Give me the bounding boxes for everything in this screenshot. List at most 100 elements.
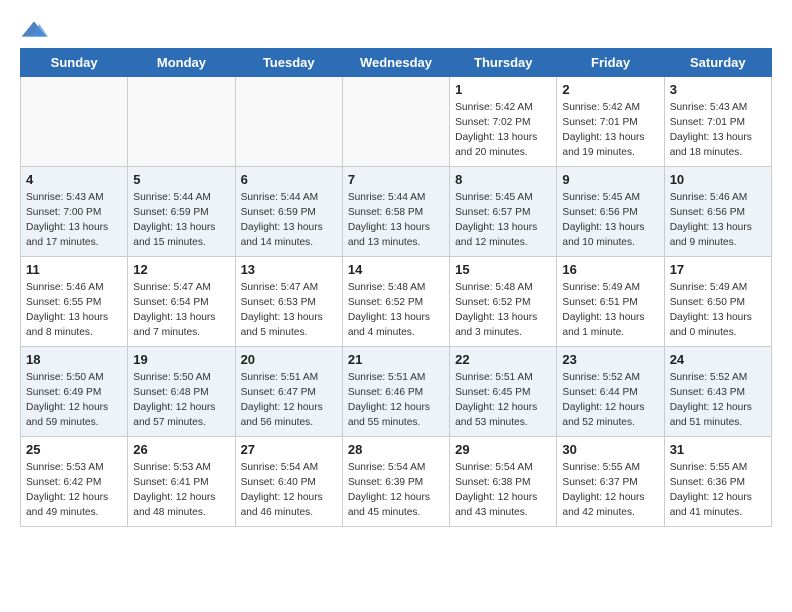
day-number: 23 xyxy=(562,351,658,369)
day-info: Sunrise: 5:49 AM Sunset: 6:51 PM Dayligh… xyxy=(562,281,658,340)
day-number: 20 xyxy=(241,351,337,369)
day-number: 6 xyxy=(241,171,337,189)
day-number: 13 xyxy=(241,261,337,279)
day-info: Sunrise: 5:43 AM Sunset: 7:01 PM Dayligh… xyxy=(670,101,766,160)
weekday-header-friday: Friday xyxy=(557,49,664,77)
day-info: Sunrise: 5:43 AM Sunset: 7:00 PM Dayligh… xyxy=(26,191,122,250)
calendar-cell: 21 Sunrise: 5:51 AM Sunset: 6:46 PM Dayli… xyxy=(342,347,449,437)
day-number: 30 xyxy=(562,441,658,459)
day-number: 26 xyxy=(133,441,229,459)
week-row-4: 18 Sunrise: 5:50 AM Sunset: 6:49 PM Dayli… xyxy=(21,347,772,437)
calendar-cell: 19 Sunrise: 5:50 AM Sunset: 6:48 PM Dayli… xyxy=(128,347,235,437)
day-info: Sunrise: 5:52 AM Sunset: 6:44 PM Dayligh… xyxy=(562,371,658,430)
calendar-cell xyxy=(128,77,235,167)
day-number: 17 xyxy=(670,261,766,279)
week-row-2: 4 Sunrise: 5:43 AM Sunset: 7:00 PM Daylig… xyxy=(21,167,772,257)
calendar-cell: 13 Sunrise: 5:47 AM Sunset: 6:53 PM Dayli… xyxy=(235,257,342,347)
day-info: Sunrise: 5:52 AM Sunset: 6:43 PM Dayligh… xyxy=(670,371,766,430)
day-info: Sunrise: 5:44 AM Sunset: 6:59 PM Dayligh… xyxy=(241,191,337,250)
day-number: 16 xyxy=(562,261,658,279)
day-number: 7 xyxy=(348,171,444,189)
calendar-cell: 10 Sunrise: 5:46 AM Sunset: 6:56 PM Dayli… xyxy=(664,167,771,257)
day-info: Sunrise: 5:42 AM Sunset: 7:02 PM Dayligh… xyxy=(455,101,551,160)
day-number: 12 xyxy=(133,261,229,279)
calendar-cell: 5 Sunrise: 5:44 AM Sunset: 6:59 PM Daylig… xyxy=(128,167,235,257)
calendar-cell: 15Sunrise: 5:48 AM Sunset: 6:52 PM Dayli… xyxy=(450,257,557,347)
calendar-cell: 26 Sunrise: 5:53 AM Sunset: 6:41 PM Dayli… xyxy=(128,437,235,527)
day-number: 2 xyxy=(562,81,658,99)
day-number: 31 xyxy=(670,441,766,459)
day-info: Sunrise: 5:51 AM Sunset: 6:47 PM Dayligh… xyxy=(241,371,337,430)
day-info: Sunrise: 5:48 AM Sunset: 6:52 PM Dayligh… xyxy=(348,281,444,340)
day-info: Sunrise: 5:55 AM Sunset: 6:37 PM Dayligh… xyxy=(562,461,658,520)
calendar-cell: 14 Sunrise: 5:48 AM Sunset: 6:52 PM Dayli… xyxy=(342,257,449,347)
calendar-table: SundayMondayTuesdayWednesdayThursdayFrid… xyxy=(20,48,772,527)
calendar-cell: 31 Sunrise: 5:55 AM Sunset: 6:36 PM Dayli… xyxy=(664,437,771,527)
weekday-header-thursday: Thursday xyxy=(450,49,557,77)
day-number: 19 xyxy=(133,351,229,369)
calendar-cell: 28 Sunrise: 5:54 AM Sunset: 6:39 PM Dayli… xyxy=(342,437,449,527)
day-info: Sunrise: 5:47 AM Sunset: 6:53 PM Dayligh… xyxy=(241,281,337,340)
calendar-cell: 25 Sunrise: 5:53 AM Sunset: 6:42 PM Dayli… xyxy=(21,437,128,527)
day-info: Sunrise: 5:46 AM Sunset: 6:55 PM Dayligh… xyxy=(26,281,122,340)
day-number: 4 xyxy=(26,171,122,189)
day-info: Sunrise: 5:51 AM Sunset: 6:46 PM Dayligh… xyxy=(348,371,444,430)
day-number: 28 xyxy=(348,441,444,459)
day-info: Sunrise: 5:45 AM Sunset: 6:56 PM Dayligh… xyxy=(562,191,658,250)
day-info: Sunrise: 5:51 AM Sunset: 6:45 PM Dayligh… xyxy=(455,371,551,430)
day-number: 14 xyxy=(348,261,444,279)
week-row-1: 1 Sunrise: 5:42 AM Sunset: 7:02 PM Daylig… xyxy=(21,77,772,167)
day-number: 9 xyxy=(562,171,658,189)
weekday-header-tuesday: Tuesday xyxy=(235,49,342,77)
day-number: 3 xyxy=(670,81,766,99)
calendar-cell: 6 Sunrise: 5:44 AM Sunset: 6:59 PM Daylig… xyxy=(235,167,342,257)
day-number: 25 xyxy=(26,441,122,459)
calendar-cell: 18 Sunrise: 5:50 AM Sunset: 6:49 PM Dayli… xyxy=(21,347,128,437)
day-info: Sunrise: 5:42 AM Sunset: 7:01 PM Dayligh… xyxy=(562,101,658,160)
day-number: 15 xyxy=(455,261,551,279)
day-info: Sunrise: 5:44 AM Sunset: 6:58 PM Dayligh… xyxy=(348,191,444,250)
week-row-5: 25 Sunrise: 5:53 AM Sunset: 6:42 PM Dayli… xyxy=(21,437,772,527)
calendar-cell: 9 Sunrise: 5:45 AM Sunset: 6:56 PM Daylig… xyxy=(557,167,664,257)
calendar-cell xyxy=(342,77,449,167)
day-info: Sunrise: 5:50 AM Sunset: 6:49 PM Dayligh… xyxy=(26,371,122,430)
day-number: 5 xyxy=(133,171,229,189)
day-info: Sunrise: 5:46 AM Sunset: 6:56 PM Dayligh… xyxy=(670,191,766,250)
day-info: Sunrise: 5:44 AM Sunset: 6:59 PM Dayligh… xyxy=(133,191,229,250)
day-info: Sunrise: 5:50 AM Sunset: 6:48 PM Dayligh… xyxy=(133,371,229,430)
weekday-header-row: SundayMondayTuesdayWednesdayThursdayFrid… xyxy=(21,49,772,77)
day-info: Sunrise: 5:53 AM Sunset: 6:42 PM Dayligh… xyxy=(26,461,122,520)
day-number: 11 xyxy=(26,261,122,279)
calendar-cell: 27Sunrise: 5:54 AM Sunset: 6:40 PM Dayli… xyxy=(235,437,342,527)
calendar-cell: 23 Sunrise: 5:52 AM Sunset: 6:44 PM Dayli… xyxy=(557,347,664,437)
calendar-cell: 29Sunrise: 5:54 AM Sunset: 6:38 PM Dayli… xyxy=(450,437,557,527)
weekday-header-saturday: Saturday xyxy=(664,49,771,77)
calendar-cell: 12Sunrise: 5:47 AM Sunset: 6:54 PM Dayli… xyxy=(128,257,235,347)
day-info: Sunrise: 5:53 AM Sunset: 6:41 PM Dayligh… xyxy=(133,461,229,520)
day-info: Sunrise: 5:54 AM Sunset: 6:39 PM Dayligh… xyxy=(348,461,444,520)
calendar-cell: 24 Sunrise: 5:52 AM Sunset: 6:43 PM Dayli… xyxy=(664,347,771,437)
day-info: Sunrise: 5:49 AM Sunset: 6:50 PM Dayligh… xyxy=(670,281,766,340)
day-number: 24 xyxy=(670,351,766,369)
week-row-3: 11 Sunrise: 5:46 AM Sunset: 6:55 PM Dayli… xyxy=(21,257,772,347)
day-info: Sunrise: 5:54 AM Sunset: 6:38 PM Dayligh… xyxy=(455,461,551,520)
weekday-header-wednesday: Wednesday xyxy=(342,49,449,77)
day-number: 18 xyxy=(26,351,122,369)
day-info: Sunrise: 5:45 AM Sunset: 6:57 PM Dayligh… xyxy=(455,191,551,250)
calendar-cell: 16 Sunrise: 5:49 AM Sunset: 6:51 PM Dayli… xyxy=(557,257,664,347)
day-number: 21 xyxy=(348,351,444,369)
day-number: 10 xyxy=(670,171,766,189)
weekday-header-monday: Monday xyxy=(128,49,235,77)
day-number: 8 xyxy=(455,171,551,189)
logo xyxy=(20,20,52,38)
day-number: 1 xyxy=(455,81,551,99)
day-info: Sunrise: 5:55 AM Sunset: 6:36 PM Dayligh… xyxy=(670,461,766,520)
calendar-cell: 4 Sunrise: 5:43 AM Sunset: 7:00 PM Daylig… xyxy=(21,167,128,257)
calendar-cell: 3 Sunrise: 5:43 AM Sunset: 7:01 PM Daylig… xyxy=(664,77,771,167)
calendar-cell: 30 Sunrise: 5:55 AM Sunset: 6:37 PM Dayli… xyxy=(557,437,664,527)
logo-icon xyxy=(20,20,48,38)
calendar-cell xyxy=(21,77,128,167)
day-info: Sunrise: 5:54 AM Sunset: 6:40 PM Dayligh… xyxy=(241,461,337,520)
calendar-cell: 2 Sunrise: 5:42 AM Sunset: 7:01 PM Daylig… xyxy=(557,77,664,167)
calendar-cell xyxy=(235,77,342,167)
